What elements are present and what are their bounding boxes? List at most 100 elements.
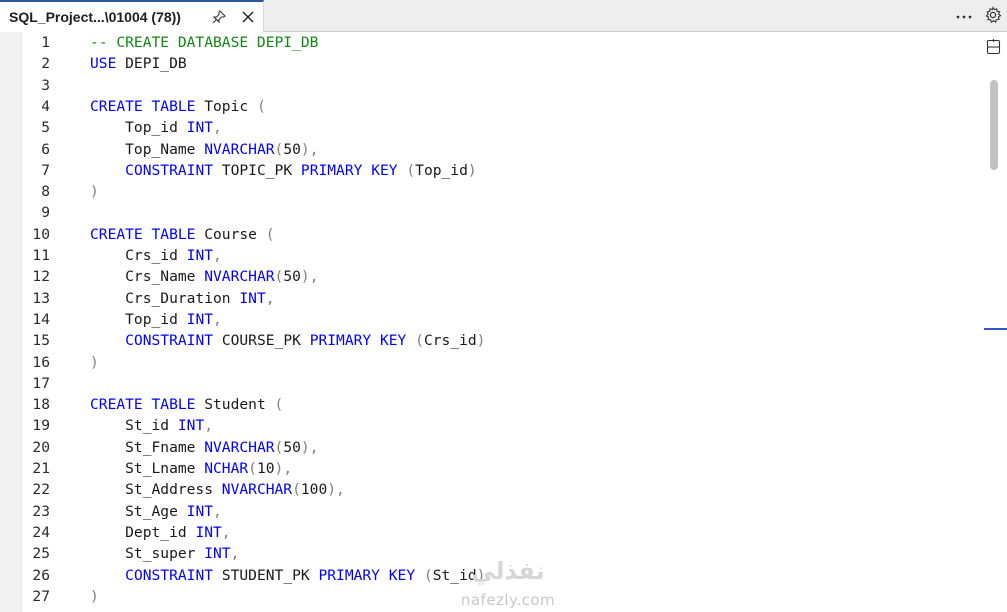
code-line[interactable]: 18 CREATE TABLE Student ( (0, 394, 980, 415)
sql-punctuation: , (213, 310, 222, 328)
tab-title[interactable]: SQL_Project...\01004 (78)) (9, 9, 181, 25)
scrollbar-thumb[interactable] (990, 80, 998, 170)
close-icon[interactable] (240, 9, 256, 25)
code-line[interactable]: 11 Crs_id INT, (0, 245, 980, 266)
sql-token: Top_id (90, 119, 187, 137)
code-text[interactable]: USE DEPI_DB (90, 53, 187, 74)
sql-punctuation: ( (274, 268, 284, 286)
code-line[interactable]: 9 (0, 202, 980, 223)
code-text[interactable]: Top_id INT, (90, 117, 222, 138)
sql-punctuation: , (230, 545, 240, 563)
sql-punctuation: , (204, 417, 214, 435)
code-line[interactable]: 14 Top_id INT, (0, 309, 980, 330)
line-number: 14 (32, 310, 50, 328)
line-number: 27 (32, 587, 50, 605)
code-text[interactable]: ) (90, 181, 99, 202)
sql-token: Crs_id (423, 332, 477, 350)
code-line[interactable]: 4 CREATE TABLE Topic ( (0, 96, 980, 117)
code-text[interactable]: St_super INT, (90, 543, 239, 564)
sql-keyword: INT (186, 119, 214, 137)
sql-token: St_Fname (90, 438, 205, 456)
gear-icon[interactable] (984, 6, 1002, 24)
code-text[interactable]: CONSTRAINT STUDENT_PK PRIMARY KEY (St_id… (90, 565, 485, 586)
code-text[interactable]: ) (90, 352, 99, 373)
sql-punctuation: ), (274, 460, 293, 477)
sql-punctuation: ( (274, 396, 284, 414)
code-line[interactable]: 15 CONSTRAINT COURSE_PK PRIMARY KEY (Crs… (0, 330, 980, 351)
code-line[interactable]: 17 (0, 373, 980, 394)
code-text[interactable]: Top_id INT, (90, 309, 222, 330)
code-text[interactable]: Dept_id INT, (90, 522, 230, 543)
line-number: 9 (41, 204, 50, 222)
code-line[interactable]: 21 St_Lname NCHAR(10), (0, 458, 980, 479)
sql-token: Crs_Duration (90, 289, 240, 307)
line-number: 8 (41, 183, 50, 201)
line-number: 16 (32, 353, 50, 371)
code-line[interactable]: 6 Top_Name NVARCHAR(50), (0, 139, 980, 160)
code-line[interactable]: 26 CONSTRAINT STUDENT_PK PRIMARY KEY (St… (0, 565, 980, 586)
line-number: 7 (41, 161, 50, 179)
code-line[interactable]: 16) (0, 352, 980, 373)
sql-punctuation: ) (467, 161, 477, 179)
code-text[interactable]: Crs_Name NVARCHAR(50), (90, 266, 318, 287)
code-line[interactable]: 12 Crs_Name NVARCHAR(50), (0, 266, 980, 287)
code-text[interactable]: CREATE TABLE Course ( (90, 224, 275, 245)
code-line[interactable]: 8) (0, 181, 980, 202)
sql-keyword: CREATE (90, 396, 143, 414)
code-text[interactable]: St_Age INT, (90, 501, 222, 522)
code-text[interactable]: St_Address NVARCHAR(100), (90, 479, 345, 500)
pin-icon[interactable] (211, 9, 227, 25)
code-text[interactable]: Top_Name NVARCHAR(50), (90, 139, 318, 160)
sql-punctuation: ( (415, 332, 424, 350)
code-text[interactable]: Crs_id INT, (90, 245, 222, 266)
code-line[interactable]: 25 St_super INT, (0, 543, 980, 564)
code-line[interactable]: 10 CREATE TABLE Course ( (0, 224, 980, 245)
code-text[interactable]: CREATE TABLE Student ( (90, 394, 283, 415)
sql-keyword: NVARCHAR (204, 438, 275, 456)
sql-punctuation: ) (90, 587, 99, 605)
sql-keyword: INT (186, 310, 214, 328)
line-number: 18 (32, 396, 50, 414)
sql-token: Dept_id (90, 523, 196, 541)
code-line[interactable]: 23 St_Age INT, (0, 501, 980, 522)
code-text[interactable]: St_Lname NCHAR(10), (90, 458, 292, 479)
code-line[interactable]: 19 St_id INT, (0, 415, 980, 436)
code-text[interactable]: St_Fname NVARCHAR(50), (90, 437, 318, 458)
code-line[interactable]: 27) (0, 586, 980, 607)
sql-token: STUDENT_PK (213, 566, 319, 584)
sql-keyword: NCHAR (204, 460, 249, 477)
code-line[interactable]: 20 St_Fname NVARCHAR(50), (0, 437, 980, 458)
code-line[interactable]: 13 Crs_Duration INT, (0, 288, 980, 309)
sql-punctuation: ( (274, 140, 284, 158)
code-line[interactable]: 3 (0, 75, 980, 96)
line-number: 2 (41, 55, 50, 73)
line-number: 17 (32, 374, 50, 392)
code-text[interactable]: Crs_Duration INT, (90, 288, 274, 309)
code-line[interactable]: 5 Top_id INT, (0, 117, 980, 138)
sql-punctuation: ( (292, 481, 301, 499)
code-text[interactable]: CONSTRAINT COURSE_PK PRIMARY KEY (Crs_id… (90, 330, 485, 351)
sql-keyword: PRIMARY KEY (318, 566, 416, 584)
code-text[interactable]: ) (90, 586, 99, 607)
more-icon[interactable] (954, 6, 974, 26)
sql-token: Crs_Name (90, 268, 205, 286)
sql-token: St_Lname (90, 460, 205, 477)
line-number: 20 (32, 438, 50, 456)
code-line[interactable]: 22 St_Address NVARCHAR(100), (0, 479, 980, 500)
line-number: 4 (41, 97, 50, 115)
code-text[interactable]: -- CREATE DATABASE DEPI_DB (90, 32, 318, 53)
code-line[interactable]: 2 USE DEPI_DB (0, 53, 980, 74)
tab-sql-project[interactable]: SQL_Project...\01004 (78)) (0, 0, 264, 32)
code-text[interactable]: St_id INT, (90, 415, 213, 436)
split-editor-icon[interactable] (986, 39, 1001, 55)
code-text[interactable]: CREATE TABLE Topic ( (90, 96, 266, 117)
sql-keyword: TABLE (151, 97, 196, 115)
code-text[interactable]: CONSTRAINT TOPIC_PK PRIMARY KEY (Top_id) (90, 160, 477, 181)
code-line[interactable]: 1 -- CREATE DATABASE DEPI_DB (0, 32, 980, 53)
code-line[interactable]: 7 CONSTRAINT TOPIC_PK PRIMARY KEY (Top_i… (0, 160, 980, 181)
code-editor[interactable]: 1 -- CREATE DATABASE DEPI_DB 2 USE DEPI_DB 3… (0, 32, 1007, 612)
code-line[interactable]: 24 Dept_id INT, (0, 522, 980, 543)
